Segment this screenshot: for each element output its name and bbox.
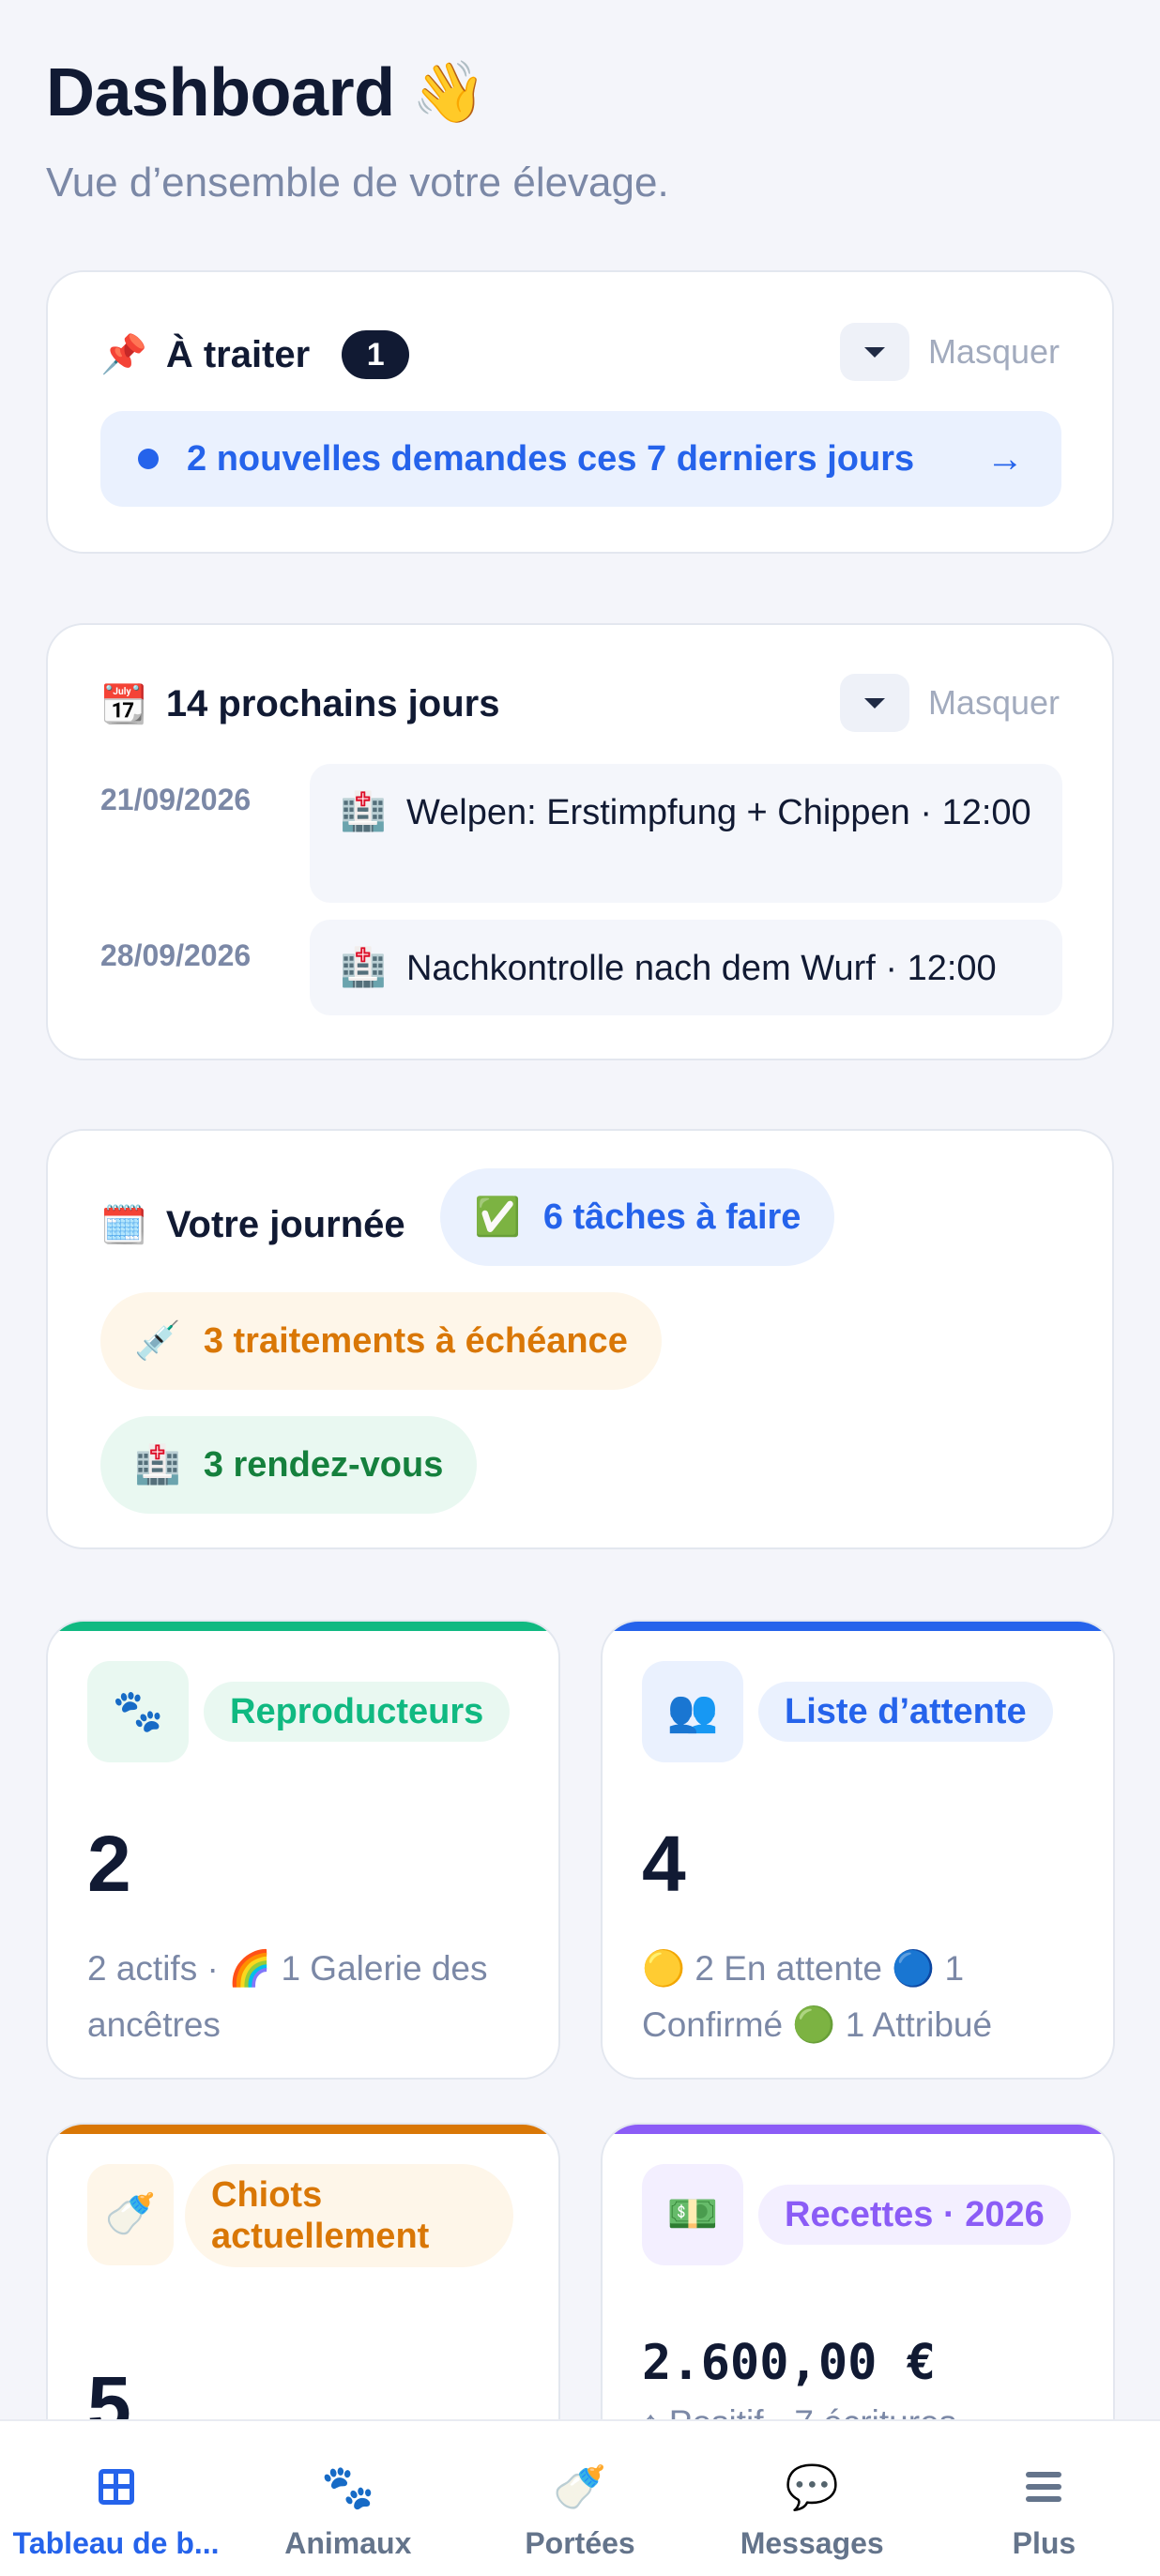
- bottle-icon: 🍼: [87, 2164, 174, 2265]
- waitlist-desc: 🟡 2 En attente 🔵 1 Confirmé 🟢 1 Attribué: [642, 1949, 993, 2044]
- waitlist-card[interactable]: 👥 Liste d’attente 4 🟡 2 En attente 🔵 1 C…: [601, 1620, 1115, 2080]
- speech-bubble-icon: 💬: [785, 2462, 839, 2512]
- page-title-text: Dashboard: [46, 55, 395, 130]
- new-requests-text: 2 nouvelles demandes ces 7 derniers jour…: [187, 438, 915, 479]
- tab-label: Plus: [1012, 2526, 1076, 2560]
- accent-bar: [603, 2125, 1113, 2134]
- waitlist-value: 4: [642, 1820, 686, 1908]
- revenue-tag: Recettes · 2026: [758, 2185, 1071, 2245]
- hospital-icon: 🏥: [340, 946, 387, 989]
- pin-icon: 📌: [100, 333, 147, 376]
- revenue-value: 2.600,00 €: [642, 2335, 937, 2391]
- grid-icon: [98, 2459, 134, 2515]
- todo-hide: Masquer: [839, 323, 1060, 381]
- tab-label: Messages: [740, 2526, 884, 2560]
- tab-label: Tableau de b...: [12, 2526, 220, 2560]
- bottom-tab-bar: Tableau de b... 🐾 Animaux 🍼 Portées 💬 Me…: [0, 2419, 1160, 2576]
- dashboard-page: Dashboard 👋 Vue d’ensemble de votre élev…: [0, 0, 1160, 2576]
- todo-collapse-button[interactable]: [839, 323, 909, 381]
- breeders-value: 2: [87, 1820, 131, 1908]
- day-title: 🗓️ Votre journée: [100, 1204, 405, 1246]
- tasks-label: 6 tâches à faire: [542, 1197, 801, 1237]
- upcoming-hide-link[interactable]: Masquer: [928, 683, 1060, 723]
- event-item[interactable]: 🏥 Welpen: Erstimpfung + Chippen · 12:00: [310, 764, 1062, 903]
- upcoming-title: 📆 14 prochains jours: [100, 683, 499, 725]
- todo-count-badge: 1: [342, 330, 410, 379]
- chevron-down-icon: [863, 697, 885, 709]
- upcoming-card: 📆 14 prochains jours Masquer 21/09/2026 …: [46, 623, 1114, 1060]
- page-title: Dashboard 👋: [46, 54, 486, 131]
- tab-dashboard[interactable]: Tableau de b...: [0, 2421, 232, 2576]
- page-subtitle: Vue d’ensemble de votre élevage.: [46, 160, 669, 206]
- paw-icon: 🐾: [321, 2462, 375, 2512]
- bottle-icon: 🍼: [553, 2462, 607, 2512]
- tab-more[interactable]: Plus: [928, 2421, 1160, 2576]
- tab-animals[interactable]: 🐾 Animaux: [232, 2421, 464, 2576]
- upcoming-hide: Masquer: [839, 674, 1060, 732]
- appointments-label: 3 rendez-vous: [203, 1444, 444, 1485]
- todo-title: 📌 À traiter 1: [100, 330, 410, 379]
- breeders-tag: Reproducteurs: [204, 1682, 511, 1742]
- todo-title-text: À traiter: [165, 333, 311, 375]
- calendar-icon: 📆: [100, 682, 147, 726]
- waitlist-tag: Liste d’attente: [758, 1682, 1053, 1742]
- tab-label: Portées: [525, 2526, 635, 2560]
- hospital-icon: 🏥: [340, 790, 387, 833]
- menu-icon: [1026, 2459, 1062, 2515]
- event-text: Welpen: Erstimpfung + Chippen · 12:00: [405, 793, 1031, 832]
- appointments-pill[interactable]: 🏥 3 rendez-vous: [100, 1416, 478, 1514]
- check-icon: ✅: [474, 1196, 521, 1239]
- calendar-icon: 🗓️: [100, 1203, 147, 1247]
- arrow-right-icon: →: [986, 437, 1024, 480]
- event-date: 21/09/2026: [100, 783, 252, 816]
- people-icon: 👥: [642, 1661, 743, 1762]
- tab-label: Animaux: [284, 2526, 412, 2560]
- todo-card: 📌 À traiter 1 Masquer 2 nouvelles demand…: [46, 270, 1114, 554]
- upcoming-collapse-button[interactable]: [839, 674, 909, 732]
- day-card: 🗓️ Votre journée ✅ 6 tâches à faire 💉 3 …: [46, 1129, 1114, 1549]
- accent-bar: [48, 1622, 558, 1631]
- accent-bar: [48, 2125, 558, 2134]
- puppies-tag: Chiots actuellement: [185, 2164, 513, 2267]
- treatments-label: 3 traitements à échéance: [203, 1320, 628, 1361]
- money-icon: 💵: [642, 2164, 743, 2265]
- todo-hide-link[interactable]: Masquer: [928, 332, 1060, 372]
- event-text: Nachkontrolle nach dem Wurf · 12:00: [405, 949, 997, 988]
- event-date: 28/09/2026: [100, 938, 252, 972]
- wave-icon: 👋: [411, 58, 487, 128]
- hospital-icon: 🏥: [134, 1443, 181, 1486]
- syringe-icon: 💉: [134, 1319, 181, 1363]
- dot-icon: [138, 449, 159, 469]
- breeders-desc: 2 actifs · 🌈 1 Galerie des ancêtres: [87, 1949, 488, 2044]
- breeders-card[interactable]: 🐾 Reproducteurs 2 2 actifs · 🌈 1 Galerie…: [46, 1620, 560, 2080]
- treatments-pill[interactable]: 💉 3 traitements à échéance: [100, 1292, 662, 1390]
- new-requests-link[interactable]: 2 nouvelles demandes ces 7 derniers jour…: [100, 411, 1061, 507]
- upcoming-title-text: 14 prochains jours: [165, 683, 500, 724]
- event-item[interactable]: 🏥 Nachkontrolle nach dem Wurf · 12:00: [310, 920, 1062, 1015]
- tab-messages[interactable]: 💬 Messages: [696, 2421, 928, 2576]
- accent-bar: [603, 1622, 1113, 1631]
- tasks-pill[interactable]: ✅ 6 tâches à faire: [440, 1168, 835, 1266]
- paw-icon: 🐾: [87, 1661, 189, 1762]
- day-title-text: Votre journée: [165, 1204, 405, 1245]
- chevron-down-icon: [863, 346, 885, 358]
- tab-litters[interactable]: 🍼 Portées: [464, 2421, 695, 2576]
